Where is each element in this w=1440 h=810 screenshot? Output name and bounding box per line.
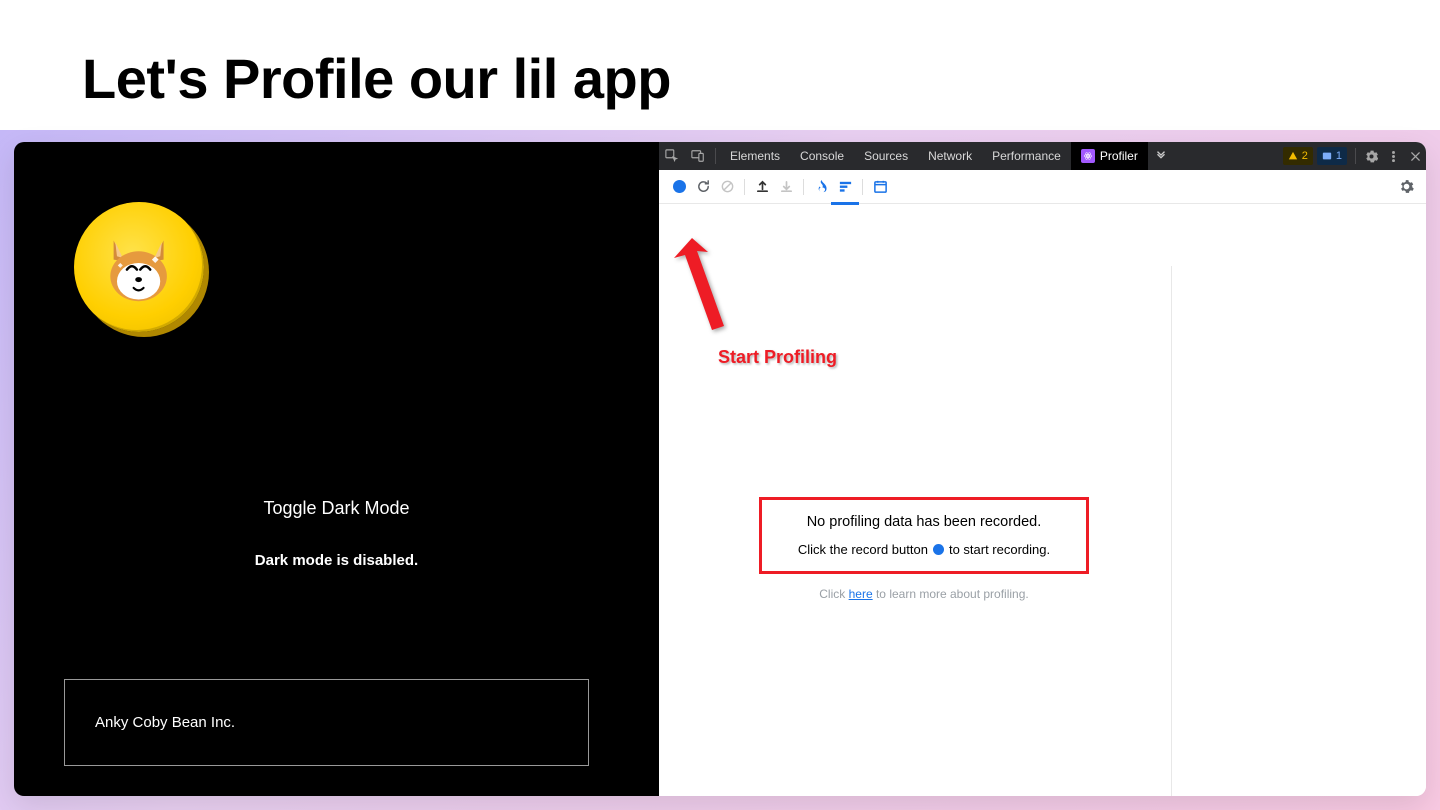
- empty-state-highlight: No profiling data has been recorded. Cli…: [759, 497, 1089, 574]
- profiler-side-panel: [1171, 266, 1426, 796]
- kebab-menu-icon[interactable]: [1382, 142, 1404, 170]
- tab-sources[interactable]: Sources: [854, 142, 918, 170]
- reload-button[interactable]: [691, 175, 715, 199]
- timeline-tab-icon[interactable]: [868, 175, 892, 199]
- save-profile-button[interactable]: [774, 175, 798, 199]
- learn-more-link[interactable]: here: [849, 587, 873, 601]
- devtools-pane: Elements Console Sources Network Perform…: [659, 142, 1426, 796]
- device-toolbar-icon[interactable]: [685, 142, 711, 170]
- annotation-label: Start Profiling: [718, 347, 837, 368]
- tab-performance[interactable]: Performance: [982, 142, 1071, 170]
- tab-console[interactable]: Console: [790, 142, 854, 170]
- info-count: 1: [1336, 150, 1342, 162]
- devtools-tabbar: Elements Console Sources Network Perform…: [659, 142, 1426, 170]
- info-badge[interactable]: 1: [1317, 147, 1347, 165]
- settings-gear-icon[interactable]: [1360, 142, 1382, 170]
- company-name: Anky Coby Bean Inc.: [95, 714, 235, 731]
- app-pane: Toggle Dark Mode Dark mode is disabled. …: [14, 142, 659, 796]
- react-icon: [1081, 149, 1095, 163]
- more-tabs-icon[interactable]: [1148, 149, 1174, 163]
- profiler-toolbar: [659, 170, 1426, 204]
- clear-button[interactable]: [715, 175, 739, 199]
- close-devtools-icon[interactable]: [1404, 142, 1426, 170]
- tab-profiler-label: Profiler: [1100, 149, 1138, 163]
- ranked-tab-icon[interactable]: [833, 175, 857, 199]
- annotation-arrow-icon: [674, 238, 754, 348]
- record-button[interactable]: [667, 175, 691, 199]
- doge-coin-logo: [74, 202, 204, 332]
- learn-more-text: Click here to learn more about profiling…: [659, 587, 1189, 601]
- profiler-settings-icon[interactable]: [1394, 175, 1418, 199]
- warnings-count: 2: [1302, 150, 1308, 162]
- toggle-dark-mode-label[interactable]: Toggle Dark Mode: [14, 498, 659, 519]
- inspect-element-icon[interactable]: [659, 142, 685, 170]
- tab-elements[interactable]: Elements: [720, 142, 790, 170]
- profiler-body: Start Profiling No profiling data has be…: [659, 204, 1426, 796]
- doge-icon: [97, 228, 180, 311]
- tab-network[interactable]: Network: [918, 142, 982, 170]
- window: Toggle Dark Mode Dark mode is disabled. …: [14, 142, 1426, 796]
- load-profile-button[interactable]: [750, 175, 774, 199]
- slide-title: Let's Profile our lil app: [0, 0, 1440, 143]
- flamegraph-tab-icon[interactable]: [809, 175, 833, 199]
- tab-profiler[interactable]: Profiler: [1071, 142, 1148, 170]
- empty-state-title: No profiling data has been recorded.: [770, 514, 1078, 530]
- dark-mode-status: Dark mode is disabled.: [14, 552, 659, 569]
- warnings-badge[interactable]: 2: [1283, 147, 1313, 165]
- empty-state-hint: Click the record button to start recordi…: [770, 542, 1078, 557]
- company-box: Anky Coby Bean Inc.: [64, 679, 589, 766]
- record-dot-icon: [933, 544, 944, 555]
